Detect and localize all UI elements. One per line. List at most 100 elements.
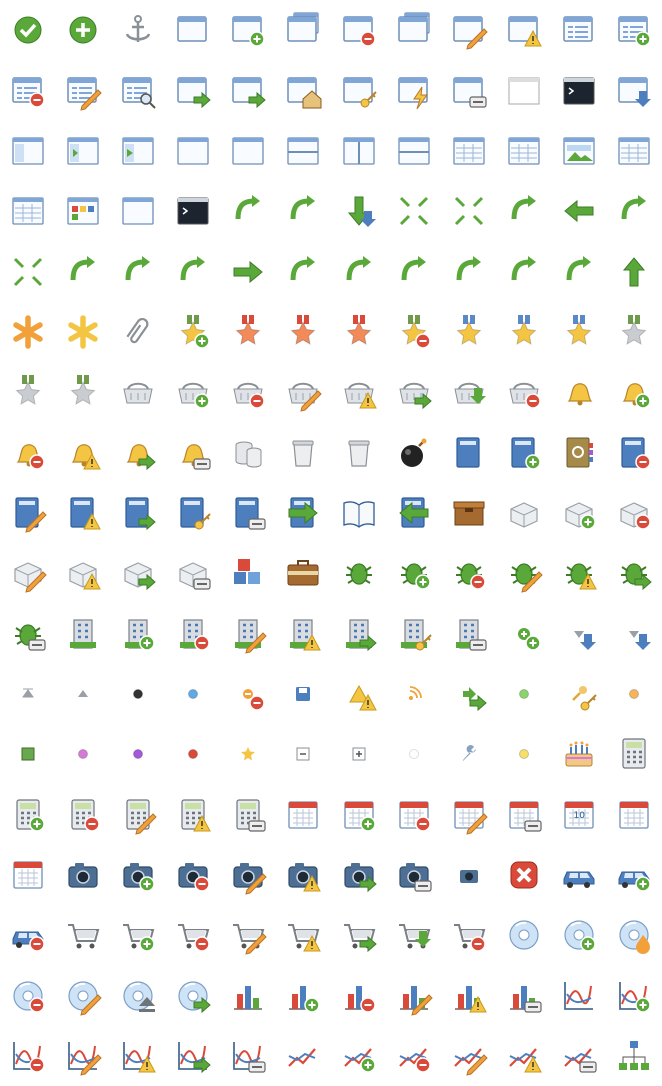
layout-table-wide-icon [496, 123, 552, 179]
calculator-error-icon [165, 787, 221, 843]
asterisk-orange-icon [0, 304, 56, 360]
building-error-icon [275, 606, 331, 662]
award-star-delete-icon [386, 304, 442, 360]
book-next-icon [275, 485, 331, 541]
calendar-view-month-icon [606, 787, 662, 843]
calendar-day-number: 10 [573, 810, 585, 821]
bug-icon [331, 545, 387, 601]
cd-delete-icon [0, 968, 56, 1024]
arrows-in-icon [386, 183, 442, 239]
brick-icon [496, 485, 552, 541]
book-key-icon [165, 485, 221, 541]
arrows-grid-icon [441, 183, 497, 239]
cake-icon [551, 726, 607, 782]
calculator-add-icon [0, 787, 56, 843]
award-star-silver-icon [606, 304, 662, 360]
arrow-right-icon [220, 244, 276, 300]
calculator-delete-icon [55, 787, 111, 843]
book-delete-icon [606, 425, 662, 481]
chart-bar-link-icon [496, 968, 552, 1024]
brick-edit-icon [0, 545, 56, 601]
award-star-add-icon [165, 304, 221, 360]
chart-bar-error-icon [441, 968, 497, 1024]
book-previous-icon [386, 485, 442, 541]
cd-add-icon [551, 907, 607, 963]
bug-error-icon [551, 545, 607, 601]
layout-sidebar-icon [0, 123, 56, 179]
window-forward-icon [220, 63, 276, 119]
layout-split-rows-icon [386, 123, 442, 179]
basket-go-icon [386, 364, 442, 420]
bullet-add-icon [496, 606, 552, 662]
layout-content-icon [165, 123, 221, 179]
bullet-disk-icon [275, 666, 331, 722]
camera-edit-icon [220, 847, 276, 903]
window-add-icon [220, 2, 276, 58]
basket-remove-icon [496, 364, 552, 420]
book-go-icon [110, 485, 166, 541]
bug-add-icon [386, 545, 442, 601]
picture-window-icon [551, 123, 607, 179]
box-icon [441, 485, 497, 541]
window-error-icon [496, 2, 552, 58]
calendar-add-icon [331, 787, 387, 843]
calendar-link-icon [496, 787, 552, 843]
bullet-arrow-down-small-icon [606, 606, 662, 662]
chart-line-link-icon [551, 1028, 607, 1084]
bullet-blue-icon [165, 666, 221, 722]
arrows-out-icon [0, 244, 56, 300]
book-error-icon [55, 485, 111, 541]
basket-delete-icon [220, 364, 276, 420]
cd-burn-icon [606, 907, 662, 963]
arrow-shuffle-icon [386, 244, 442, 300]
paperclip-icon [110, 304, 166, 360]
calendar-icon [275, 787, 331, 843]
brick-add-icon [551, 485, 607, 541]
camera-delete-icon [165, 847, 221, 903]
book-open-icon [331, 485, 387, 541]
calculator-icon [606, 726, 662, 782]
bullet-white-icon [386, 726, 442, 782]
chart-bar-delete-icon [331, 968, 387, 1024]
cart-put-icon [386, 907, 442, 963]
arrow-rotate-ccw-icon [275, 244, 331, 300]
windows-icon [386, 2, 442, 58]
chart-bar-edit-icon [386, 968, 442, 1024]
cd-eject-icon [110, 968, 166, 1024]
window-list-search-icon [110, 63, 166, 119]
camera-link-icon [386, 847, 442, 903]
award-star-bronze-icon [220, 304, 276, 360]
bricks-icon [220, 545, 276, 601]
window-lightning-icon [386, 63, 442, 119]
bell-error-icon [55, 425, 111, 481]
window-key-icon [331, 63, 387, 119]
calculator-link-icon [220, 787, 276, 843]
camera-icon [55, 847, 111, 903]
book-icon [441, 425, 497, 481]
cart-edit-icon [220, 907, 276, 963]
cart-add-icon [110, 907, 166, 963]
building-delete-icon [165, 606, 221, 662]
window-down-icon [606, 63, 662, 119]
database-gray-icon [220, 425, 276, 481]
calendar-view-week-icon [0, 847, 56, 903]
chart-curve-edit-icon [55, 1028, 111, 1084]
cancel-icon [496, 847, 552, 903]
arrow-rotate-cw-icon [331, 244, 387, 300]
briefcase-icon [275, 545, 331, 601]
chart-line-edit-icon [441, 1028, 497, 1084]
chart-curve-error-icon [110, 1028, 166, 1084]
car-add-icon [606, 847, 662, 903]
bullet-key-icon [551, 666, 607, 722]
basket-edit-icon [275, 364, 331, 420]
chart-line-add-icon [331, 1028, 387, 1084]
arrow-turn-right-icon [496, 244, 552, 300]
terminal-icon [165, 183, 221, 239]
cart-icon [55, 907, 111, 963]
arrow-undo-icon [55, 244, 111, 300]
chart-bar-add-icon [275, 968, 331, 1024]
arrow-join-icon [496, 183, 552, 239]
bullet-pink-icon [55, 726, 111, 782]
chart-line-error-icon [496, 1028, 552, 1084]
cd-icon [496, 907, 552, 963]
